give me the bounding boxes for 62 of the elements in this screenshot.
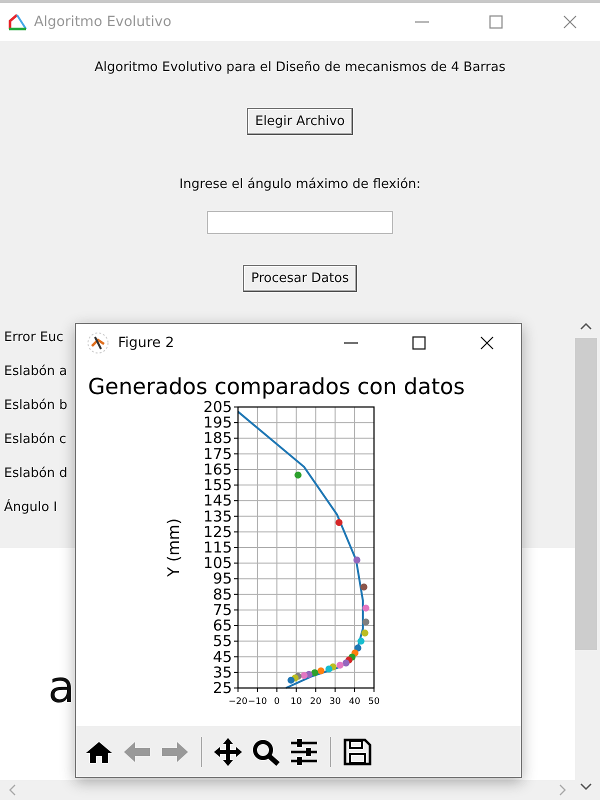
result-label: Ángulo I bbox=[4, 500, 58, 515]
y-tick-label: 75 bbox=[212, 600, 232, 619]
data-point bbox=[336, 519, 343, 526]
y-tick-label: 95 bbox=[212, 570, 232, 588]
x-tick-label: 10 bbox=[290, 697, 302, 707]
sliders-icon[interactable] bbox=[289, 738, 319, 766]
y-tick-label: 35 bbox=[212, 663, 232, 682]
x-tick-label: −20 bbox=[228, 697, 248, 707]
y-tick-label: 45 bbox=[212, 648, 232, 666]
y-tick-label: 165 bbox=[203, 460, 232, 478]
result-label: Eslabón a bbox=[4, 364, 68, 379]
chart-title: Generados comparados con datos bbox=[88, 375, 465, 400]
y-tick-label: 125 bbox=[203, 522, 232, 541]
result-label: Eslabón b bbox=[4, 398, 68, 413]
data-point bbox=[353, 556, 360, 564]
process-button[interactable]: Procesar Datos bbox=[243, 265, 357, 292]
scroll-down-icon[interactable] bbox=[580, 781, 592, 791]
x-tick-label: 20 bbox=[310, 697, 322, 707]
triangle-icon bbox=[8, 13, 28, 31]
data-point bbox=[362, 604, 370, 612]
result-label: Eslabón c bbox=[4, 432, 66, 447]
choose-file-button[interactable]: Elegir Archivo bbox=[247, 108, 353, 135]
search-icon[interactable] bbox=[251, 738, 281, 766]
figure-icon bbox=[86, 332, 110, 354]
x-tick-label: 30 bbox=[329, 697, 341, 707]
y-tick-label: 55 bbox=[212, 632, 232, 650]
move-icon[interactable] bbox=[213, 736, 243, 766]
close-icon[interactable] bbox=[479, 335, 495, 351]
y-tick-label: 185 bbox=[203, 429, 232, 448]
y-tick-label: 205 bbox=[203, 398, 232, 416]
angle-prompt: Ingrese el ángulo máximo de flexión: bbox=[179, 177, 421, 192]
y-axis-label: Y (mm) bbox=[164, 518, 183, 577]
x-tick-label: −10 bbox=[248, 697, 267, 707]
data-point bbox=[362, 618, 370, 626]
window-title: Algoritmo Evolutivo bbox=[34, 14, 172, 30]
canvas-text: a bbox=[48, 666, 75, 710]
y-tick-label: 105 bbox=[203, 554, 232, 572]
y-tick-label: 85 bbox=[212, 585, 232, 604]
x-tick-label: 40 bbox=[348, 697, 360, 707]
data-point bbox=[360, 584, 368, 590]
y-tick-label: 175 bbox=[203, 444, 232, 463]
scroll-up-icon[interactable] bbox=[580, 322, 592, 332]
result-label: Error Euc bbox=[4, 330, 64, 345]
heading: Algoritmo Evolutivo para el Diseño de mecanismos de 4 Barras bbox=[94, 60, 506, 75]
y-tick-label: 135 bbox=[203, 507, 232, 526]
y-tick-label: 145 bbox=[203, 492, 232, 510]
save-icon[interactable] bbox=[342, 738, 372, 766]
x-tick-label: 50 bbox=[368, 697, 380, 707]
scroll-right-icon[interactable] bbox=[557, 784, 567, 796]
y-tick-label: 25 bbox=[212, 679, 232, 697]
x-tick-label: 0 bbox=[274, 697, 280, 707]
y-tick-label: 65 bbox=[212, 616, 232, 635]
scroll-left-icon[interactable] bbox=[8, 784, 18, 796]
data-point bbox=[294, 472, 302, 479]
scrollbar-thumb[interactable] bbox=[575, 338, 597, 650]
angle-input-field[interactable] bbox=[207, 211, 393, 234]
y-tick-label: 115 bbox=[203, 538, 232, 556]
window-title: Figure 2 bbox=[118, 335, 174, 351]
result-label: Eslabón d bbox=[4, 466, 68, 481]
y-tick-label: 155 bbox=[203, 476, 232, 494]
y-tick-label: 195 bbox=[203, 414, 232, 432]
maximize-icon[interactable] bbox=[411, 335, 427, 351]
